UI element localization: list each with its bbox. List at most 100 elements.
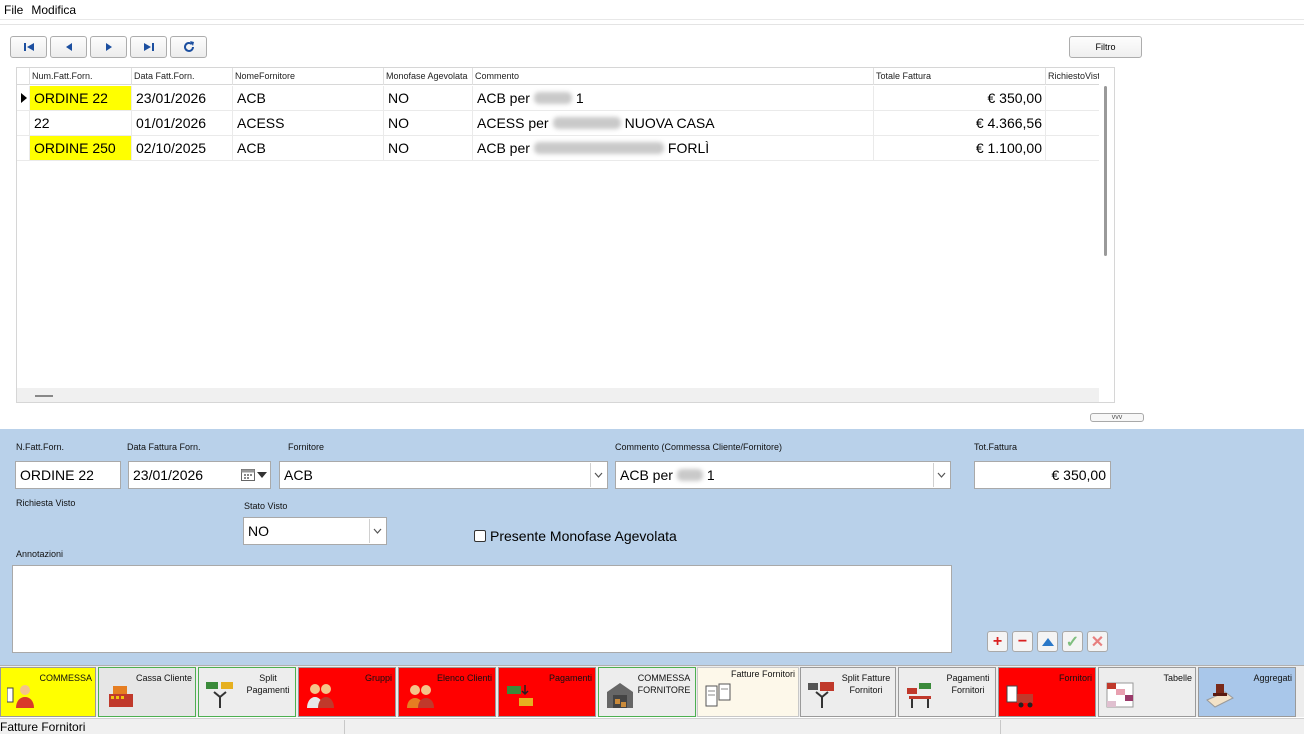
commento-pre-value: ACB per [620,467,673,483]
tab-fornitori[interactable]: Fornitori [998,667,1096,717]
cell-totale[interactable]: € 1.100,00 [873,136,1046,160]
panel-splitter[interactable]: vvv [1090,413,1144,422]
menu-modifica[interactable]: Modifica [27,0,80,20]
commento-select[interactable]: ACB per 1 [615,461,951,489]
commento-pre: ACESS per [477,115,549,131]
module-tab-strip: COMMESSA Cassa Cliente Split Pagamenti G… [0,665,1304,717]
confirm-button[interactable]: ✓ [1062,631,1083,652]
cell-num[interactable]: ORDINE 250 [29,136,131,160]
cell-richiesto-visto[interactable] [1045,86,1099,110]
last-record-button[interactable] [130,36,167,58]
clients-icon [407,685,434,708]
group-icon [307,684,334,708]
last-icon [143,43,154,51]
menu-file[interactable]: File [0,0,27,20]
horizontal-scrollbar[interactable] [17,388,1099,402]
tab-tabelle[interactable]: Tabelle [1098,667,1196,717]
tab-gruppi[interactable]: Gruppi [298,667,396,717]
cell-data[interactable]: 23/01/2026 [131,86,233,110]
cell-fornitore[interactable]: ACB [232,86,384,110]
check-icon: ✓ [1065,633,1080,651]
supplier-payments-icon [907,683,931,708]
col-monofase[interactable]: Monofase Agevolata [383,68,473,85]
tab-aggregati[interactable]: Aggregati [1198,667,1296,717]
tab-elenco-clienti[interactable]: Elenco Clienti [398,667,496,717]
cell-commento[interactable]: ACESS per NUOVA CASA [472,111,874,135]
next-record-button[interactable] [90,36,127,58]
cell-num[interactable]: 22 [29,111,131,135]
tab-label: Tabelle [1163,673,1192,683]
cell-richiesto-visto[interactable] [1045,111,1099,135]
horizontal-scroll-thumb[interactable] [35,395,53,397]
checkbox-box[interactable] [474,530,486,542]
status-divider [1000,720,1001,734]
cell-num[interactable]: ORDINE 22 [29,86,131,110]
table-row[interactable]: ORDINE 250 02/10/2025 ACB NO ACB per FORL… [17,136,1099,161]
tab-fatture-fornitori[interactable]: Fatture Fornitori [697,667,799,717]
vertical-scrollbar[interactable] [1104,86,1107,256]
table-row[interactable]: 22 01/01/2026 ACESS NO ACESS per NUOVA CA… [17,111,1099,136]
first-record-button[interactable] [10,36,47,58]
nfatt-input[interactable]: ORDINE 22 [15,461,121,489]
cell-data[interactable]: 01/01/2026 [131,111,233,135]
richiesta-visto-label: Richiesta Visto [16,498,76,508]
redacted-name [552,117,621,129]
chevron-down-icon[interactable] [590,463,606,487]
chevron-down-icon[interactable] [933,463,949,487]
cell-data[interactable]: 02/10/2025 [131,136,233,160]
col-totale[interactable]: Totale Fattura [873,68,1046,85]
tab-pagamenti-fornitori[interactable]: Pagamenti Fornitori [898,667,996,717]
monofase-checkbox[interactable]: Presente Monofase Agevolata [474,528,677,544]
tot-fattura-input[interactable]: € 350,00 [974,461,1111,489]
cancel-button[interactable]: ✕ [1087,631,1108,652]
filter-button[interactable]: Filtro [1069,36,1142,58]
tab-split-pagamenti[interactable]: Split Pagamenti [198,667,296,717]
data-fattura-value: 23/01/2026 [133,467,204,483]
col-nome-fornitore[interactable]: NomeFornitore [232,68,384,85]
col-data-fatt[interactable]: Data Fatt.Forn. [131,68,233,85]
data-fattura-picker[interactable]: 23/01/2026 [128,461,271,489]
table-row[interactable]: ORDINE 22 23/01/2026 ACB NO ACB per 1 € 3… [17,86,1099,111]
move-up-button[interactable] [1037,631,1058,652]
cell-totale[interactable]: € 4.366,56 [873,111,1046,135]
add-button[interactable]: + [987,631,1008,652]
calendar-icon[interactable] [241,468,267,481]
delete-button[interactable]: − [1012,631,1033,652]
tab-commessa[interactable]: COMMESSA [0,667,96,717]
commessa-icon [7,685,34,708]
tab-pagamenti[interactable]: Pagamenti [498,667,596,717]
current-row-marker-icon [21,93,27,103]
cell-commento[interactable]: ACB per FORLÌ [472,136,874,160]
cell-commento[interactable]: ACB per 1 [472,86,874,110]
refresh-button[interactable] [170,36,207,58]
chevron-down-icon[interactable] [369,519,385,543]
annotazioni-textarea[interactable] [12,565,952,653]
fornitore-select[interactable]: ACB [279,461,608,489]
cell-fornitore[interactable]: ACESS [232,111,384,135]
stato-visto-value: NO [248,523,269,539]
col-richiesto-visto[interactable]: RichiestoVisto [1045,68,1099,85]
cell-monofase[interactable]: NO [383,136,473,160]
col-commento[interactable]: Commento [472,68,874,85]
tab-commessa-fornitore[interactable]: COMMESSA FORNITORE [598,667,696,717]
grid-header: Num.Fatt.Forn. Data Fatt.Forn. NomeForni… [17,68,1099,85]
cell-monofase[interactable]: NO [383,111,473,135]
monofase-label: Presente Monofase Agevolata [490,528,677,544]
col-num-fatt[interactable]: Num.Fatt.Forn. [29,68,131,85]
cell-richiesto-visto[interactable] [1045,136,1099,160]
refresh-icon [183,41,194,52]
tab-cassa-cliente[interactable]: Cassa Cliente [98,667,196,717]
cell-totale[interactable]: € 350,00 [873,86,1046,110]
commento-post: NUOVA CASA [624,115,715,131]
truck-icon [1006,685,1033,708]
plus-icon: + [992,632,1003,650]
fornitore-value: ACB [284,467,313,483]
tab-label: Pagamenti Fornitori [946,673,990,695]
tab-split-fatture-fornitori[interactable]: Split Fatture Fornitori [800,667,896,717]
prev-record-button[interactable] [50,36,87,58]
cell-fornitore[interactable]: ACB [232,136,384,160]
invoices-grid[interactable]: Num.Fatt.Forn. Data Fatt.Forn. NomeForni… [16,67,1115,403]
triangle-up-icon [1041,637,1054,646]
stato-visto-select[interactable]: NO [243,517,387,545]
cell-monofase[interactable]: NO [383,86,473,110]
